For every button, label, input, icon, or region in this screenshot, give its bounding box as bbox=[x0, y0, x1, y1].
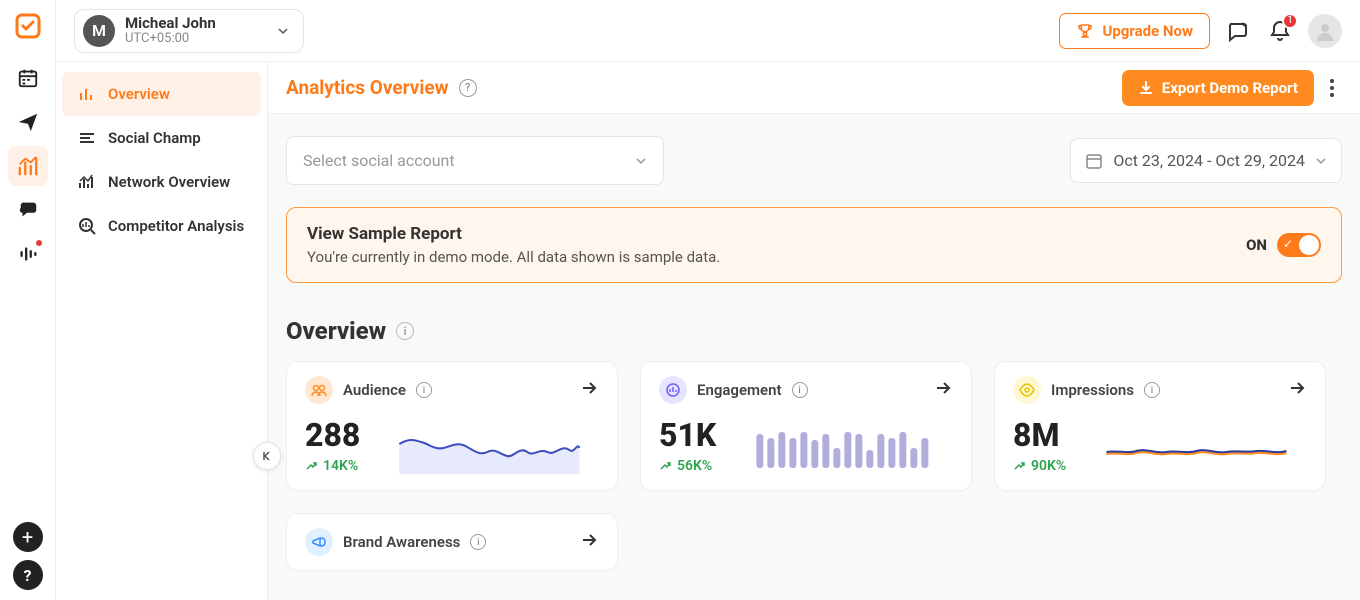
engagement-sparkline bbox=[736, 428, 953, 474]
trend-up: 14K% bbox=[305, 458, 360, 474]
chevron-down-icon bbox=[635, 155, 647, 167]
overview-section: Overview i Audience i bbox=[268, 283, 1360, 571]
sidebar-item-overview[interactable]: Overview bbox=[62, 72, 261, 116]
sidebar-item-network[interactable]: Network Overview bbox=[62, 160, 261, 204]
notification-badge: 1 bbox=[1282, 13, 1298, 29]
add-button[interactable]: + bbox=[13, 522, 43, 552]
info-icon[interactable]: i bbox=[396, 322, 414, 340]
card-impressions[interactable]: Impressions i 8M bbox=[994, 361, 1326, 491]
more-menu[interactable] bbox=[1322, 71, 1342, 105]
cards-grid: Audience i 288 bbox=[286, 361, 1342, 571]
banner-subtitle: You're currently in demo mode. All data … bbox=[307, 248, 720, 266]
user-name: Micheal John bbox=[125, 15, 216, 32]
arrow-right-icon bbox=[933, 378, 953, 402]
audience-sparkline bbox=[380, 428, 599, 474]
upgrade-label: Upgrade Now bbox=[1102, 22, 1193, 40]
user-switcher[interactable]: M Micheal John UTC+05:00 bbox=[74, 9, 304, 53]
nav-calendar[interactable] bbox=[8, 58, 48, 98]
trend-up: 90K% bbox=[1013, 458, 1066, 474]
sidebar-item-label: Social Champ bbox=[108, 129, 201, 147]
megaphone-icon bbox=[305, 528, 333, 556]
export-button[interactable]: Export Demo Report bbox=[1122, 70, 1314, 106]
account-placeholder: Select social account bbox=[303, 151, 455, 170]
topbar: M Micheal John UTC+05:00 Upgrade Now 1 bbox=[56, 0, 1360, 62]
card-title: Impressions bbox=[1051, 381, 1134, 399]
card-title: Brand Awareness bbox=[343, 533, 460, 551]
sidebar-item-social-champ[interactable]: Social Champ bbox=[62, 116, 261, 160]
upgrade-button[interactable]: Upgrade Now bbox=[1059, 13, 1210, 49]
nav-send[interactable] bbox=[8, 102, 48, 142]
section-title: Overview i bbox=[286, 317, 1342, 345]
arrow-right-icon bbox=[579, 378, 599, 402]
profile-menu[interactable] bbox=[1308, 14, 1342, 48]
user-avatar: M bbox=[83, 15, 115, 47]
chart-icon bbox=[78, 173, 96, 191]
download-icon bbox=[1138, 80, 1154, 96]
app-root: + ? M Micheal John UTC+05:00 Upgrade Now bbox=[0, 0, 1360, 600]
card-title: Engagement bbox=[697, 381, 782, 399]
bars-icon bbox=[78, 85, 96, 103]
info-icon[interactable]: i bbox=[1144, 382, 1160, 398]
banner-title: View Sample Report bbox=[307, 224, 720, 244]
check-icon: ✓ bbox=[1283, 237, 1293, 251]
impressions-icon bbox=[1013, 376, 1041, 404]
toggle-label: ON bbox=[1246, 236, 1267, 254]
calendar-icon bbox=[1085, 152, 1103, 170]
chevron-down-icon bbox=[1315, 155, 1327, 167]
date-range-picker[interactable]: Oct 23, 2024 - Oct 29, 2024 bbox=[1070, 138, 1342, 183]
export-label: Export Demo Report bbox=[1162, 79, 1298, 97]
sidebar-item-label: Competitor Analysis bbox=[108, 217, 244, 235]
logo-icon[interactable] bbox=[10, 8, 46, 44]
sidebar: Overview Social Champ Network Overview C… bbox=[56, 62, 268, 600]
card-title: Audience bbox=[343, 381, 406, 399]
engagement-icon bbox=[659, 376, 687, 404]
content-header: Analytics Overview ? Export Demo Report bbox=[268, 62, 1360, 114]
search-chart-icon bbox=[78, 217, 96, 235]
date-range-label: Oct 23, 2024 - Oct 29, 2024 bbox=[1113, 151, 1305, 170]
help-button[interactable]: ? bbox=[13, 560, 43, 590]
sidebar-item-label: Overview bbox=[108, 85, 170, 103]
page-title: Analytics Overview bbox=[286, 76, 449, 99]
indicator-dot bbox=[36, 240, 42, 246]
info-icon[interactable]: i bbox=[792, 382, 808, 398]
info-icon[interactable]: ? bbox=[459, 79, 477, 97]
body: Overview Social Champ Network Overview C… bbox=[56, 62, 1360, 600]
nav-messages[interactable] bbox=[8, 190, 48, 230]
sidebar-item-competitor[interactable]: Competitor Analysis bbox=[62, 204, 261, 248]
nav-rail: + ? bbox=[0, 0, 56, 600]
audience-icon bbox=[305, 376, 333, 404]
filter-row: Select social account Oct 23, 2024 - Oct… bbox=[268, 114, 1360, 185]
card-engagement[interactable]: Engagement i 51K bbox=[640, 361, 972, 491]
demo-toggle[interactable]: ✓ bbox=[1277, 233, 1321, 257]
nav-analytics[interactable] bbox=[8, 146, 48, 186]
lines-icon bbox=[78, 129, 96, 147]
card-brand-awareness[interactable]: Brand Awareness i bbox=[286, 513, 618, 571]
feedback-icon[interactable] bbox=[1224, 17, 1252, 45]
nav-audio[interactable] bbox=[8, 234, 48, 274]
metric-value: 288 bbox=[305, 416, 360, 454]
trend-up: 56K% bbox=[659, 458, 716, 474]
sidebar-item-label: Network Overview bbox=[108, 173, 230, 191]
user-timezone: UTC+05:00 bbox=[125, 31, 216, 46]
trophy-icon bbox=[1076, 22, 1094, 40]
info-icon[interactable]: i bbox=[470, 534, 486, 550]
account-select[interactable]: Select social account bbox=[286, 136, 664, 185]
metric-value: 51K bbox=[659, 416, 716, 454]
metric-value: 8M bbox=[1013, 416, 1066, 454]
notifications-icon[interactable]: 1 bbox=[1266, 17, 1294, 45]
arrow-right-icon bbox=[579, 530, 599, 554]
chevron-down-icon bbox=[277, 25, 289, 37]
demo-banner: View Sample Report You're currently in d… bbox=[286, 207, 1342, 283]
card-audience[interactable]: Audience i 288 bbox=[286, 361, 618, 491]
collapse-sidebar-button[interactable] bbox=[253, 442, 281, 470]
main-wrap: M Micheal John UTC+05:00 Upgrade Now 1 bbox=[56, 0, 1360, 600]
info-icon[interactable]: i bbox=[416, 382, 432, 398]
impressions-sparkline bbox=[1086, 428, 1307, 474]
arrow-right-icon bbox=[1287, 378, 1307, 402]
content: Analytics Overview ? Export Demo Report … bbox=[268, 62, 1360, 600]
